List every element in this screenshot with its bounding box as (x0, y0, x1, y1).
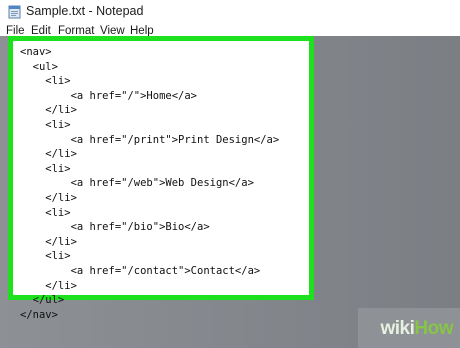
menu-help[interactable]: Help (130, 25, 154, 36)
code-line: <li> (20, 75, 71, 88)
code-line: <li> (20, 118, 71, 131)
window-title: Sample.txt - Notepad (26, 4, 144, 18)
watermark-how: How (414, 318, 453, 339)
menu-file[interactable]: File (6, 25, 25, 36)
text-editor-area[interactable]: <nav> <ul> <li> <a href="/">Home</a> </l… (8, 36, 314, 321)
code-line: </li> (20, 104, 77, 117)
editor-text: <nav> <ul> <li> <a href="/">Home</a> </l… (20, 45, 279, 322)
code-line: </li> (20, 235, 77, 248)
code-line: <ul> (20, 60, 58, 73)
code-line: <a href="/web">Web Design</a> (20, 177, 254, 190)
code-line: </ul> (20, 294, 65, 307)
code-line: <li> (20, 162, 71, 175)
notepad-icon (8, 5, 21, 19)
menu-bar: File Edit Format View Help (0, 24, 460, 36)
code-line: <a href="/bio">Bio</a> (20, 221, 210, 234)
code-line: <a href="/print">Print Design</a> (20, 133, 280, 146)
menu-view[interactable]: View (100, 25, 125, 36)
title-bar[interactable]: Sample.txt - Notepad (0, 0, 460, 24)
code-line: <li> (20, 250, 71, 263)
code-line: </li> (20, 191, 77, 204)
code-line: <nav> (20, 46, 52, 58)
wikihow-watermark: wikiHow (358, 308, 460, 348)
watermark-wiki: wiki (380, 318, 415, 339)
watermark-text: wikiHow (380, 318, 453, 340)
code-line: <a href="/">Home</a> (20, 89, 198, 102)
code-line: </nav> (20, 308, 58, 321)
menu-edit[interactable]: Edit (31, 25, 51, 36)
code-line: <a href="/contact">Contact</a> (20, 264, 261, 277)
code-line: </li> (20, 148, 77, 161)
code-line: <li> (20, 206, 71, 219)
menu-format[interactable]: Format (58, 25, 94, 36)
code-line: </li> (20, 279, 77, 292)
